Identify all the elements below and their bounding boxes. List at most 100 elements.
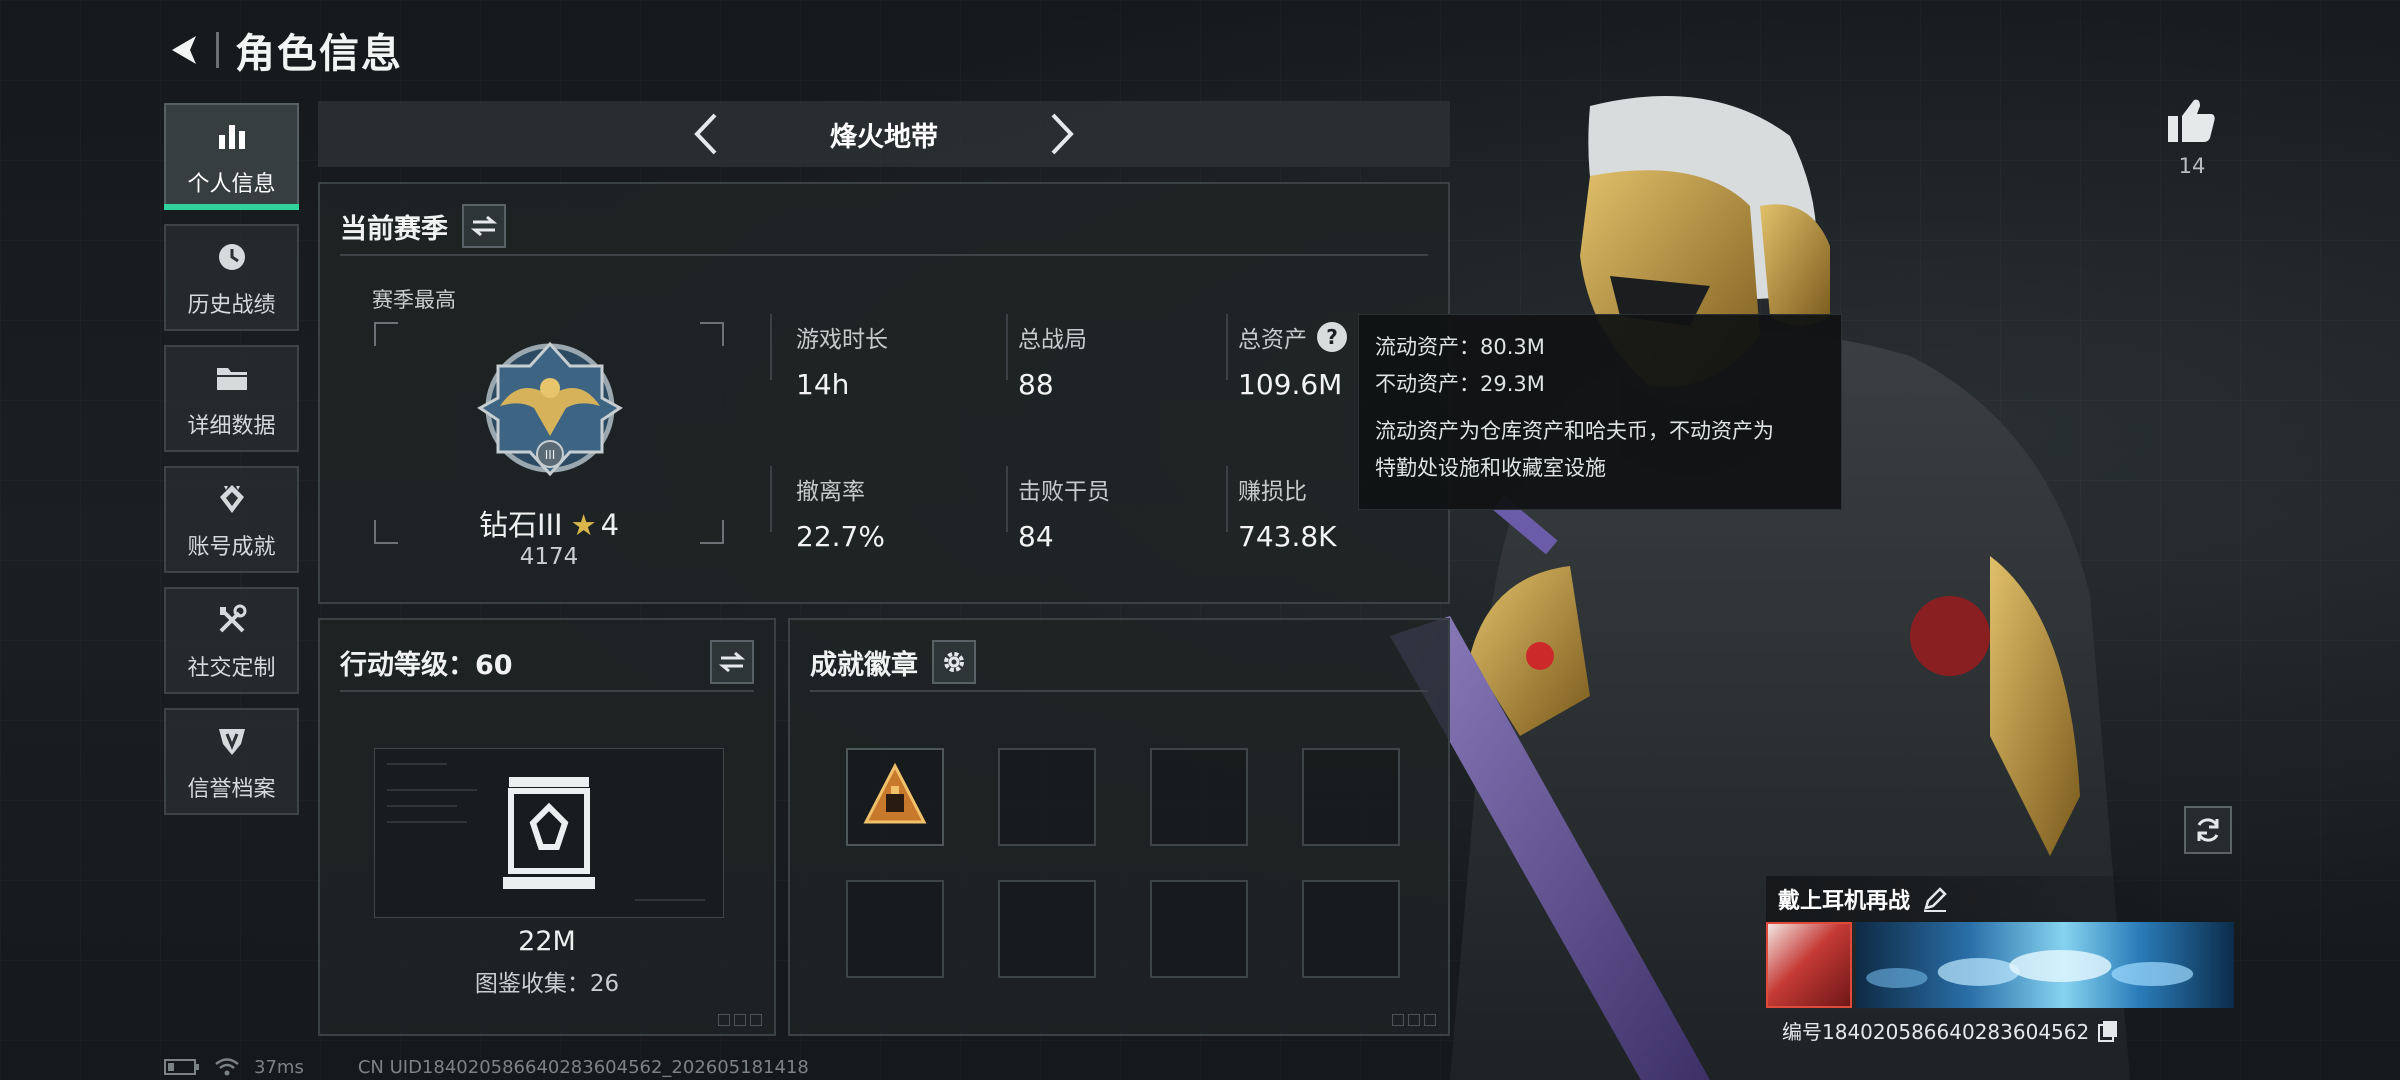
stat-operators-defeated: 击败干员 84 [1018, 479, 1110, 553]
badge-slot[interactable] [998, 880, 1096, 978]
swap-icon [719, 651, 745, 673]
stat-divider [1006, 466, 1008, 532]
level-money: 22M [518, 926, 576, 957]
rank-emblem-icon: III [477, 341, 623, 477]
collection-card[interactable] [374, 748, 724, 918]
badge-slot[interactable] [1150, 748, 1248, 846]
level-panel: 行动等级：60 22M 图鉴收集：26 [318, 618, 776, 1036]
tooltip-description: 流动资产为仓库资产和哈夫币，不动资产为 特勤处设施和收藏室设施 [1375, 419, 1774, 480]
stat-divider [770, 314, 772, 380]
mode-selector: 烽火地带 [318, 101, 1450, 167]
svg-text:III: III [545, 448, 556, 462]
season-title: 当前赛季 [340, 213, 448, 245]
sidebar-item-reputation[interactable]: 信誉档案 [164, 708, 299, 815]
stat-play-time: 游戏时长 14h [796, 327, 888, 401]
thumbs-up-icon [2168, 99, 2215, 142]
player-id-row: 编号18402058664028360456​2 [1766, 1016, 2234, 1045]
rank-stars: 4 [600, 508, 620, 542]
rank-score: 4174 [519, 544, 579, 570]
sidebar-item-label: 信誉档案 [187, 776, 276, 802]
clock-icon [212, 237, 252, 277]
pyramid-badge-icon [863, 762, 927, 824]
badge-slot[interactable] [998, 748, 1096, 846]
stat-total-matches: 总战局 88 [1018, 327, 1087, 401]
stat-divider [1226, 314, 1228, 380]
rotate-view-button[interactable] [2184, 806, 2232, 854]
sidebar-item-achievements[interactable]: 账号成就 [164, 466, 299, 573]
stat-divider [1006, 314, 1008, 380]
player-banner[interactable] [1766, 922, 2234, 1008]
shield-icon [212, 721, 252, 761]
badge-slot[interactable] [846, 748, 944, 846]
back-arrow-icon [172, 36, 196, 64]
rank-frame: III 钻石III ★ 4 4174 [374, 322, 724, 570]
page-header: 角色信息 [160, 22, 403, 78]
folder-icon [212, 358, 252, 398]
season-best-label: 赛季最高 [372, 288, 456, 312]
stat-divider [770, 466, 772, 532]
collection-display-icon [503, 777, 595, 889]
tooltip-fixed-assets: 不动资产：29.3M [1375, 372, 1545, 396]
season-switch-button[interactable] [462, 204, 506, 248]
sidebar-item-label: 账号成就 [187, 534, 276, 560]
chevron-left-icon [694, 113, 717, 155]
badges-panel: 成就徽章 [788, 618, 1450, 1036]
mode-title: 烽火地带 [830, 121, 938, 153]
ping-text: 37ms [254, 1056, 304, 1078]
season-panel: 当前赛季 赛季最高 III 钻石III ★ 4 4174 游戏时长 14h 总战局 … [318, 182, 1450, 604]
badge-slot[interactable] [846, 880, 944, 978]
sidebar-item-label: 个人信息 [187, 171, 276, 197]
achievement-icon [212, 479, 252, 519]
mode-next-button[interactable] [1034, 106, 1090, 162]
badge-slot[interactable] [1302, 880, 1400, 978]
stat-extraction-rate: 撤离率 22.7% [796, 479, 885, 553]
sidebar: 个人信息 历史战绩 详细数据 账号成就 社交定制 信誉档案 [164, 103, 299, 829]
sidebar-item-social[interactable]: 社交定制 [164, 587, 299, 694]
player-name-row: 戴上耳机再战 [1766, 876, 2234, 922]
star-icon: ★ [570, 508, 597, 542]
bar-chart-icon [212, 116, 252, 156]
header-divider [216, 32, 219, 68]
swap-icon [471, 215, 497, 237]
avatar[interactable] [1766, 922, 1852, 1008]
like-count: 14 [2178, 154, 2206, 178]
badges-title: 成就徽章 [810, 649, 918, 681]
rank-name-row: 钻石III ★ 4 [374, 502, 724, 544]
badge-slot[interactable] [1302, 748, 1400, 846]
badges-panel-header: 成就徽章 [810, 634, 1428, 692]
level-switch-button[interactable] [710, 640, 754, 684]
copy-icon[interactable] [2097, 1019, 2119, 1043]
mode-prev-button[interactable] [678, 106, 734, 162]
badge-slot[interactable] [1150, 880, 1248, 978]
stat-divider [1226, 466, 1228, 532]
edit-icon[interactable] [1922, 886, 1948, 912]
back-button[interactable] [160, 26, 208, 74]
player-card: 戴上耳机再战 编号18402058664028360456​2 [1766, 876, 2234, 1045]
rank-name: 钻石III [478, 508, 563, 542]
panel-deco [1392, 1014, 1436, 1026]
sidebar-item-label: 历史战绩 [187, 292, 276, 318]
sidebar-item-label: 社交定制 [187, 655, 276, 681]
chevron-right-icon [1051, 113, 1074, 155]
badges-settings-button[interactable] [932, 640, 976, 684]
player-id: 编号18402058664028360456​2 [1782, 1020, 2090, 1044]
collection-count: 图鉴收集：26 [474, 971, 620, 997]
tooltip-liquid-assets: 流动资产：80.3M [1375, 335, 1545, 359]
tools-icon [212, 600, 252, 640]
player-name: 戴上耳机再战 [1778, 889, 1911, 914]
level-title: 行动等级：60 [340, 649, 513, 681]
sidebar-item-personal-info[interactable]: 个人信息 [164, 103, 299, 210]
season-panel-header: 当前赛季 [340, 198, 1428, 256]
uid-text: CN UID18402058664028360456​2_20260518141… [357, 1056, 809, 1078]
sidebar-item-history[interactable]: 历史战绩 [164, 224, 299, 331]
player-banner-image [1856, 922, 2234, 1008]
gear-icon [944, 652, 964, 672]
wifi-icon [214, 1057, 240, 1077]
refresh-icon [2197, 818, 2219, 842]
page-title: 角色信息 [235, 31, 403, 77]
panel-deco [718, 1014, 762, 1026]
like-button[interactable]: 14 [2164, 96, 2220, 178]
status-footer: 37ms CN UID18402058664028360456​2_202605… [164, 1054, 823, 1080]
sidebar-item-detailed-data[interactable]: 详细数据 [164, 345, 299, 452]
sidebar-item-label: 详细数据 [187, 413, 276, 439]
